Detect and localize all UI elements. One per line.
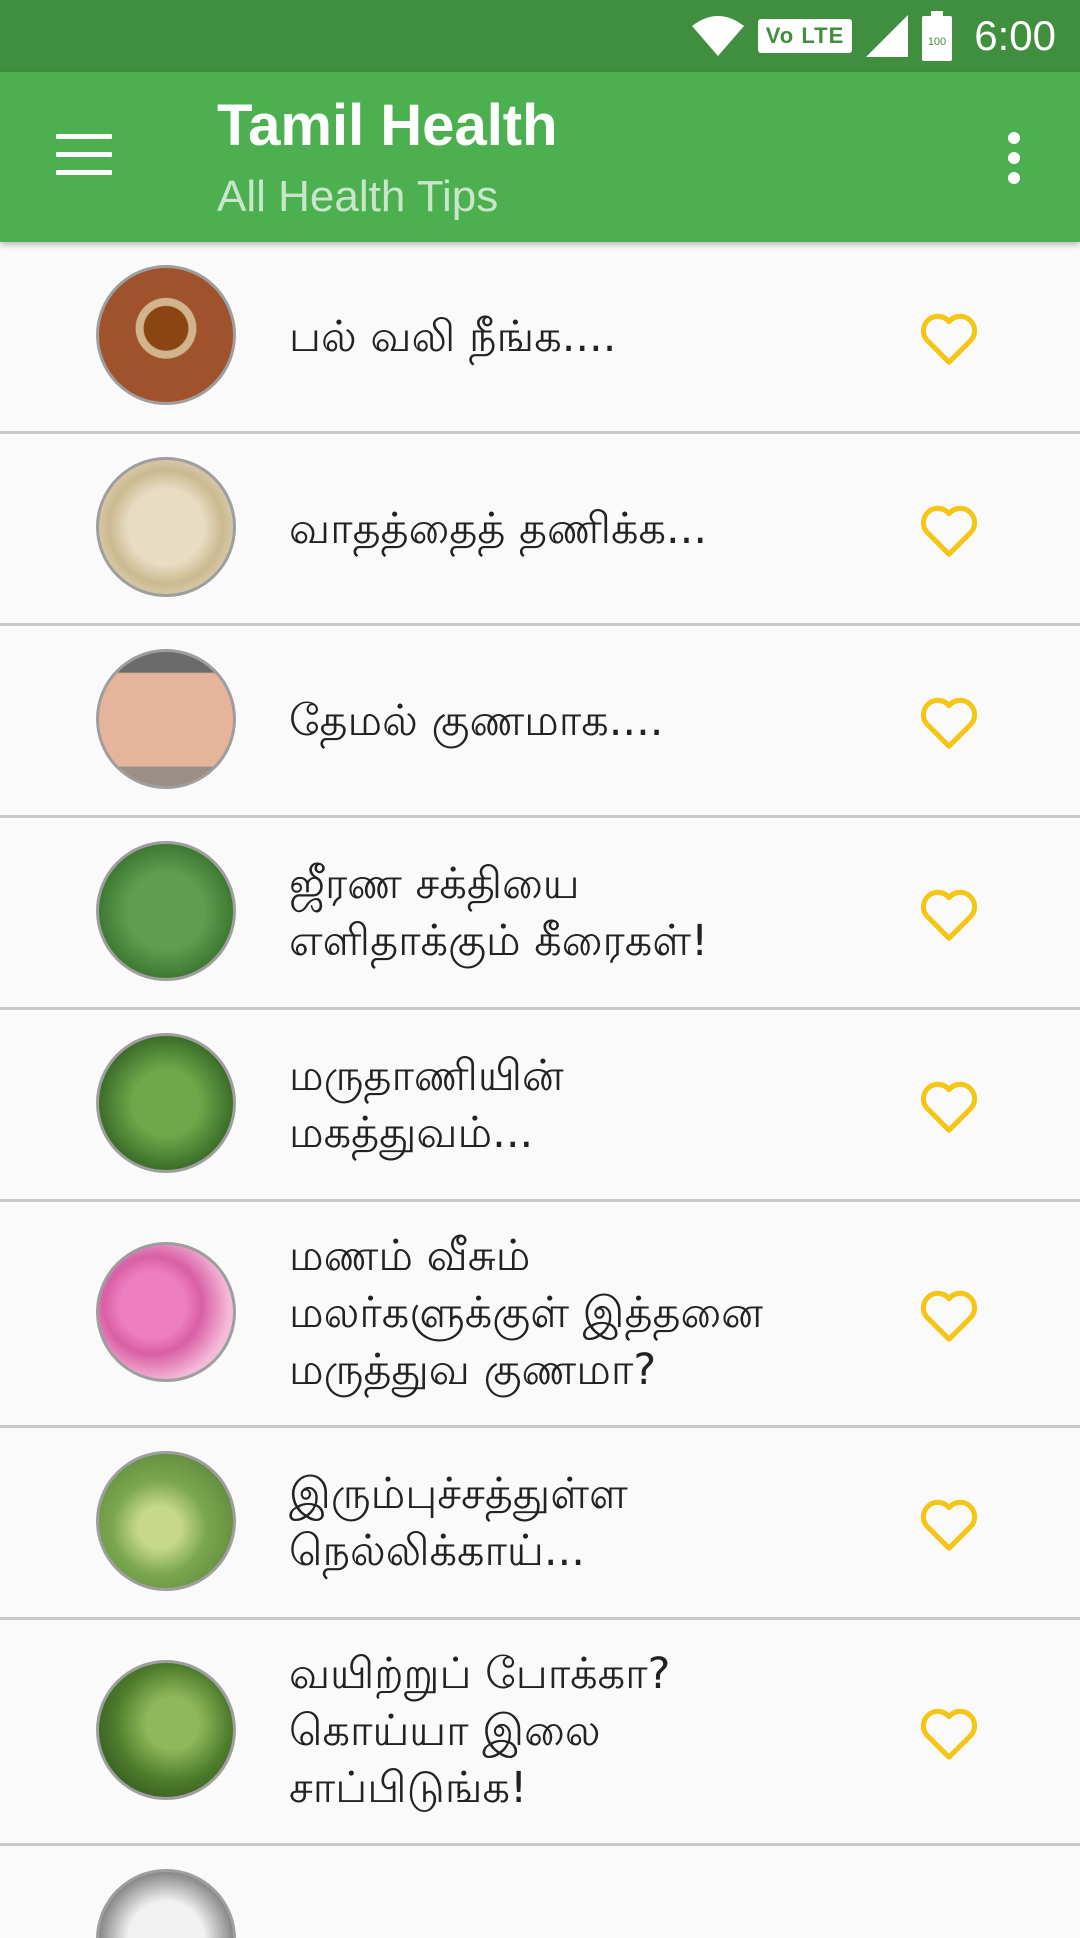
list-item[interactable] [0,1846,1080,1938]
battery-icon: 100 [922,11,953,61]
list-item[interactable]: ஜீரண சக்தியை எளிதாக்கும் கீரைகள்! [0,818,1080,1010]
heart-icon[interactable] [918,502,980,558]
list-item[interactable]: மணம் வீசும் மலர்களுக்குள் இத்தனை மருத்து… [0,1202,1080,1428]
tip-thumbnail [96,1242,236,1382]
more-options-icon[interactable] [1000,132,1028,184]
tip-title: மருதாணியின் மகத்துவம்... [289,1051,564,1158]
clock: 6:00 [974,12,1056,59]
list-item[interactable]: வாதத்தைத் தணிக்க... [0,434,1080,626]
tip-title: வயிற்றுப் போக்கா? கொய்யா இலை சாப்பிடுங்க… [289,1649,671,1813]
tip-title: வாதத்தைத் தணிக்க... [289,504,707,554]
tip-title: ஜீரண சக்தியை எளிதாக்கும் கீரைகள்! [289,859,709,966]
menu-icon[interactable] [56,134,112,178]
list-item[interactable]: தேமல் குணமாக.... [0,626,1080,818]
tips-list: பல் வலி நீங்க.... வாதத்தைத் தணிக்க... தே… [0,242,1080,1938]
tip-title: தேமல் குணமாக.... [289,696,664,746]
list-item[interactable]: மருதாணியின் மகத்துவம்... [0,1010,1080,1202]
list-item[interactable]: இரும்புச்சத்துள்ள நெல்லிக்காய்... [0,1428,1080,1620]
volte-badge: Vo LTE [757,19,853,53]
wifi-icon [691,16,744,56]
app-title: Tamil Health [217,93,558,158]
app-subtitle: All Health Tips [217,172,499,221]
status-bar: Vo LTE 100 6:00 [0,0,1080,72]
tip-thumbnail [96,649,236,789]
app-bar: Tamil Health All Health Tips [0,72,1080,242]
battery-level-text: 100 [928,36,946,48]
heart-icon[interactable] [918,886,980,942]
tip-thumbnail [96,841,236,981]
signal-icon [866,15,909,57]
tip-thumbnail [96,1451,236,1591]
list-item[interactable]: பல் வலி நீங்க.... [0,242,1080,434]
list-item[interactable]: வயிற்றுப் போக்கா? கொய்யா இலை சாப்பிடுங்க… [0,1620,1080,1846]
tip-title: மணம் வீசும் மலர்களுக்குள் இத்தனை மருத்து… [289,1231,763,1395]
tip-thumbnail [96,1660,236,1800]
tip-thumbnail [96,1869,236,1938]
tip-title: இரும்புச்சத்துள்ள நெல்லிக்காய்... [289,1469,628,1576]
heart-icon[interactable] [918,1705,980,1761]
heart-icon[interactable] [918,310,980,366]
heart-icon[interactable] [918,1287,980,1343]
tip-thumbnail [96,1033,236,1173]
tip-thumbnail [96,457,236,597]
heart-icon[interactable] [918,1496,980,1552]
tip-thumbnail [96,265,236,405]
heart-icon[interactable] [918,694,980,750]
tip-title: பல் வலி நீங்க.... [289,312,617,362]
heart-icon[interactable] [918,1078,980,1134]
